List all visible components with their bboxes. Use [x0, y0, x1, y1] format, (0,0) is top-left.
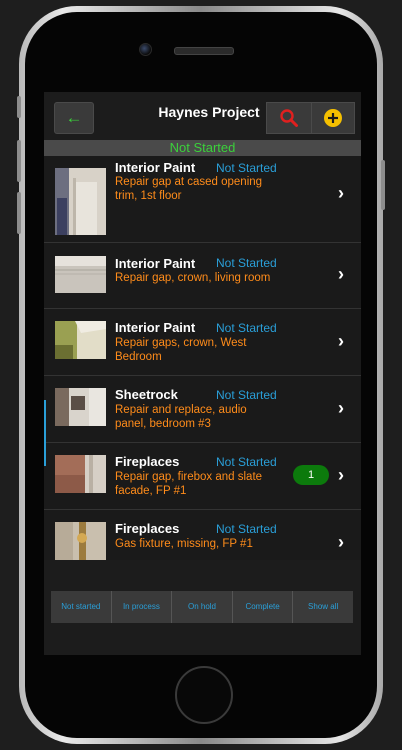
task-description: Repair gap, firebox and slate facade, FP… — [115, 471, 263, 497]
add-button[interactable] — [311, 102, 355, 134]
back-button[interactable]: ← — [54, 102, 94, 134]
volume-up-button — [17, 140, 21, 182]
earpiece-speaker — [174, 47, 234, 55]
filter-not-started[interactable]: Not started — [51, 591, 112, 623]
task-status: Not Started — [216, 321, 277, 335]
power-button — [381, 160, 385, 210]
plus-circle-icon — [324, 109, 342, 127]
task-description: Gas fixture, missing, FP #1 — [115, 538, 253, 550]
task-description: Repair and replace, audio panel, bedroom… — [115, 404, 247, 430]
task-status: Not Started — [216, 388, 277, 402]
task-category: Fireplaces — [115, 521, 180, 536]
list-item[interactable]: Fireplaces Not Started Repair gap, fireb… — [44, 443, 361, 510]
task-status: Not Started — [216, 522, 277, 536]
filter-bar: Not started In process On hold Complete … — [51, 591, 353, 623]
chevron-right-icon: › — [338, 331, 344, 351]
filter-on-hold[interactable]: On hold — [172, 591, 233, 623]
search-button[interactable] — [266, 102, 312, 134]
filter-in-process[interactable]: In process — [112, 591, 173, 623]
volume-down-button — [17, 192, 21, 234]
chevron-right-icon: › — [338, 532, 344, 552]
task-list: Interior Paint Not Started Repair gap at… — [44, 156, 361, 560]
comment-count-badge: 1 — [293, 465, 329, 485]
task-description: Repair gap at cased opening trim, 1st fl… — [115, 176, 263, 202]
filter-complete[interactable]: Complete — [233, 591, 294, 623]
list-item[interactable]: Interior Paint Not Started Repair gap, c… — [44, 243, 361, 309]
filter-show-all[interactable]: Show all — [293, 591, 353, 623]
mute-switch — [17, 96, 21, 118]
chevron-right-icon: › — [338, 264, 344, 284]
app-screen: ← Haynes Project Not Started Interior Pa… — [44, 92, 361, 655]
top-bar: ← Haynes Project — [44, 92, 361, 140]
chevron-right-icon: › — [338, 398, 344, 418]
task-photo — [55, 256, 106, 293]
list-item[interactable]: Fireplaces Not Started Gas fixture, miss… — [44, 510, 361, 560]
list-item[interactable]: Interior Paint Not Started Repair gaps, … — [44, 309, 361, 376]
task-category: Interior Paint — [115, 320, 196, 335]
scroll-indicator[interactable] — [44, 400, 46, 466]
task-category: Interior Paint — [115, 256, 196, 271]
front-camera — [139, 43, 152, 56]
task-photo — [55, 455, 106, 493]
task-status: Not Started — [216, 256, 277, 270]
chevron-right-icon: › — [338, 465, 344, 485]
search-icon — [280, 109, 298, 127]
task-status: Not Started — [216, 455, 277, 469]
status-filter-label: Not Started — [44, 140, 361, 156]
task-photo — [55, 522, 106, 560]
task-description: Repair gaps, crown, West Bedroom — [115, 337, 247, 363]
list-item[interactable]: Sheetrock Not Started Repair and replace… — [44, 376, 361, 443]
task-category: Sheetrock — [115, 387, 178, 402]
task-photo — [55, 168, 106, 235]
back-arrow-icon: ← — [65, 108, 83, 127]
task-photo — [55, 321, 106, 359]
task-status: Not Started — [216, 161, 277, 175]
home-button[interactable] — [175, 666, 233, 724]
page-title: Haynes Project — [158, 104, 260, 120]
task-description: Repair gap, crown, living room — [115, 272, 271, 284]
chevron-right-icon: › — [338, 183, 344, 203]
task-category: Fireplaces — [115, 454, 180, 469]
list-item[interactable]: Interior Paint Not Started Repair gap at… — [44, 156, 361, 243]
task-category: Interior Paint — [115, 160, 196, 175]
task-photo — [55, 388, 106, 426]
